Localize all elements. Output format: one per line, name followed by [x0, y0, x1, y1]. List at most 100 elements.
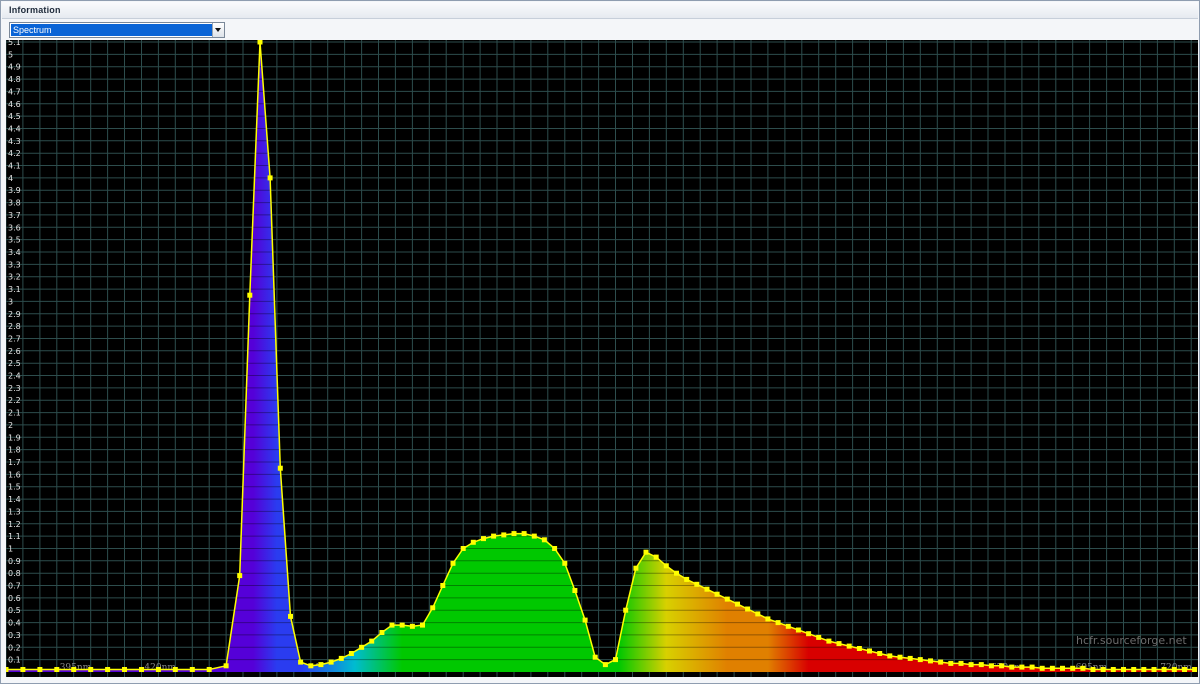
- y-tick-label: 0.5: [8, 606, 21, 615]
- data-point: [20, 667, 26, 672]
- data-point: [907, 655, 913, 661]
- y-tick-label: 4: [8, 174, 13, 183]
- data-point: [826, 638, 832, 644]
- view-select-value: Spectrum: [11, 24, 213, 36]
- spectrum-area: [6, 42, 1195, 672]
- data-point: [348, 651, 354, 656]
- data-point: [511, 531, 517, 537]
- y-tick-label: 3.7: [8, 211, 21, 220]
- y-tick-label: 4.3: [8, 137, 21, 146]
- data-point: [836, 641, 842, 647]
- y-tick-label: 4.5: [8, 112, 21, 121]
- data-point: [735, 601, 740, 607]
- data-point: [887, 653, 893, 659]
- data-point: [928, 658, 933, 664]
- data-point: [765, 616, 771, 622]
- spectrum-chart-area: 0.1 0.2 0.3 0.4 0.5 0.6 0.7 0.8 0.9 1 1.1 1.2 1.3 1.4…: [6, 40, 1198, 677]
- data-point: [785, 623, 791, 629]
- y-tick-label: 0.8: [8, 569, 21, 578]
- y-axis-ticks: 0.1 0.2 0.3 0.4 0.5 0.6 0.7 0.8 0.9 1 1.1 1.2 1.3 1.4…: [8, 40, 21, 665]
- data-point: [1060, 665, 1065, 671]
- chevron-down-icon[interactable]: [212, 23, 224, 37]
- data-point: [1110, 667, 1116, 672]
- y-tick-label: 4.8: [8, 75, 21, 84]
- data-point: [369, 638, 375, 644]
- data-point: [592, 654, 598, 660]
- y-tick-label: 3.9: [8, 186, 21, 195]
- y-tick-label: 0.4: [8, 619, 21, 628]
- y-tick-label: 2.9: [8, 310, 21, 319]
- data-point: [816, 634, 822, 640]
- data-point: [978, 662, 984, 668]
- data-point: [704, 586, 710, 592]
- data-point: [399, 622, 405, 628]
- data-point: [172, 667, 178, 672]
- y-tick-label: 0.7: [8, 582, 21, 591]
- data-point: [328, 659, 334, 665]
- data-point: [1029, 664, 1035, 670]
- data-point: [948, 660, 954, 666]
- data-point: [856, 646, 862, 651]
- y-tick-label: 4.9: [8, 63, 21, 72]
- data-point: [1100, 667, 1106, 672]
- y-tick-label: 0.6: [8, 594, 21, 603]
- data-point: [1090, 667, 1096, 672]
- data-point: [450, 560, 456, 566]
- y-tick-label: 2.4: [8, 372, 21, 381]
- y-tick-label: 3.2: [8, 273, 21, 282]
- data-point: [71, 667, 77, 672]
- data-point: [531, 533, 537, 539]
- data-point: [389, 622, 395, 628]
- y-tick-label: 3: [8, 297, 13, 306]
- data-point: [572, 588, 578, 593]
- y-tick-label: 2.2: [8, 396, 21, 405]
- y-tick-label: 2.7: [8, 335, 21, 344]
- view-select-dropdown[interactable]: Spectrum: [9, 22, 225, 38]
- data-point: [795, 627, 801, 633]
- data-point: [1171, 667, 1177, 672]
- y-tick-label: 3.4: [8, 248, 21, 257]
- y-tick-label: 3.8: [8, 199, 21, 208]
- y-tick-label: 1: [8, 545, 13, 554]
- data-point: [775, 620, 781, 626]
- data-point: [623, 607, 629, 613]
- data-point: [968, 662, 974, 668]
- data-point: [1131, 667, 1137, 672]
- data-point: [298, 659, 304, 665]
- data-point: [88, 667, 94, 672]
- data-point: [613, 657, 618, 663]
- y-tick-label: 3.6: [8, 223, 21, 232]
- grid-lines: [6, 40, 1198, 677]
- y-tick-label: 2.8: [8, 322, 21, 331]
- y-tick-label: 1.3: [8, 507, 21, 516]
- y-tick-label: 0.2: [8, 643, 21, 652]
- data-point: [1019, 664, 1025, 670]
- data-point: [460, 546, 466, 551]
- data-point: [1049, 665, 1055, 671]
- y-tick-label: 4.4: [8, 125, 21, 134]
- data-point: [359, 644, 365, 650]
- data-point: [917, 657, 923, 663]
- data-point: [1080, 665, 1086, 671]
- data-points: [6, 40, 1198, 672]
- data-point: [481, 536, 486, 542]
- y-tick-label: 4.7: [8, 87, 21, 96]
- watermark-text: hcfr.sourceforge.net: [1076, 634, 1187, 647]
- data-point: [897, 654, 903, 660]
- data-point: [277, 465, 283, 471]
- data-point: [37, 667, 43, 672]
- y-tick-label: 3.3: [8, 260, 21, 269]
- data-point: [562, 560, 568, 566]
- data-point: [521, 531, 527, 537]
- data-point: [938, 659, 944, 665]
- y-tick-label: 0.9: [8, 557, 21, 566]
- data-point: [633, 565, 639, 571]
- data-point: [999, 663, 1005, 669]
- data-point: [155, 667, 161, 672]
- data-point: [602, 662, 608, 668]
- data-point: [470, 539, 476, 545]
- y-tick-label: 1.9: [8, 433, 21, 442]
- data-point: [1009, 664, 1015, 670]
- y-tick-label: 5.1: [8, 40, 21, 47]
- data-point: [1151, 667, 1157, 672]
